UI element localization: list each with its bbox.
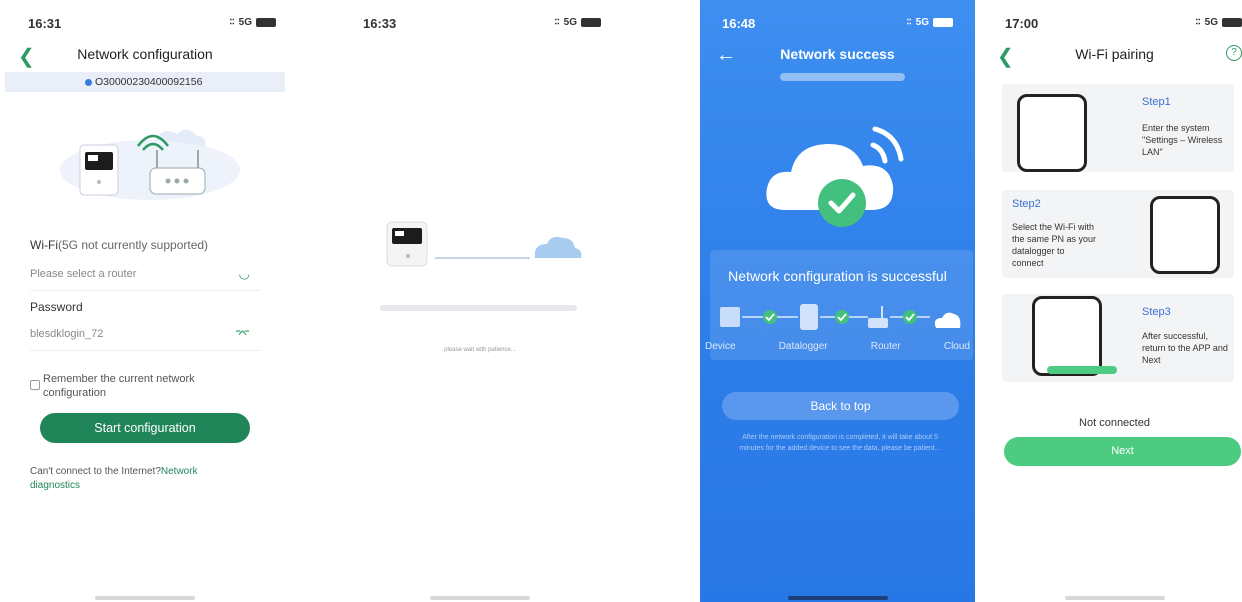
step-label-router: Router xyxy=(870,341,901,352)
page-title: Network configuration xyxy=(77,46,213,62)
wait-note: After the network configuration is compl… xyxy=(739,434,941,452)
password-label: Password xyxy=(30,300,83,314)
signal-icon: ∶∶ xyxy=(229,17,235,28)
success-text: Network configuration is successful xyxy=(728,268,947,284)
battery-icon xyxy=(581,18,601,27)
screen-network-configuration: 16:31 ∶∶ 5G ❮ Network configuration O3000… xyxy=(0,0,290,602)
screen-network-success: 16:48 ∶∶ 5G ← Network success Network con… xyxy=(700,0,975,602)
step3-desc: After successful, return to the APP and … xyxy=(1142,331,1228,365)
check-icon xyxy=(763,310,777,324)
remember-network-checkbox[interactable]: Remember the current network configurati… xyxy=(30,372,230,400)
connection-status: Not connected xyxy=(1079,417,1150,429)
step3-title: Step3 xyxy=(1142,306,1171,318)
signal-icon: ∶∶ xyxy=(906,17,912,28)
signal-icon: ∶∶ xyxy=(1195,17,1201,28)
connection-steps xyxy=(720,304,961,330)
start-configuration-button[interactable]: Start configuration xyxy=(40,413,250,443)
help-icon[interactable]: ? xyxy=(1226,45,1242,61)
router-select-field[interactable]: Please select a router ◡ xyxy=(30,266,260,291)
step2-desc: Select the Wi-Fi with the same PN as you… xyxy=(1012,222,1097,268)
status-bar: 16:33 ∶∶ 5G xyxy=(345,14,615,34)
cloud-success-icon xyxy=(766,126,904,227)
network-type: 5G xyxy=(1204,17,1218,28)
page-title: Network success xyxy=(780,46,895,62)
cloud-icon xyxy=(934,312,961,328)
status-time: 16:31 xyxy=(28,16,62,31)
serial-dot-icon xyxy=(85,78,92,86)
next-button[interactable]: Next xyxy=(1004,437,1241,466)
progress-bar xyxy=(380,305,577,311)
phone-wifi-list-icon xyxy=(1150,196,1220,274)
wait-text: please wait with patience... xyxy=(444,347,516,353)
screen-wifi-pairing: 17:00 ∶∶ 5G ❮ Wi-Fi pairing ? Step1 Enter… xyxy=(987,0,1242,602)
app-next-bar xyxy=(1047,366,1117,374)
status-time: 16:48 xyxy=(722,16,756,31)
step-label-cloud: Cloud xyxy=(943,341,970,352)
screen-connecting: 16:33 ∶∶ 5G please wait with patience... xyxy=(345,0,615,602)
status-bar: 17:00 ∶∶ 5G xyxy=(987,14,1242,34)
check-icon xyxy=(903,310,917,324)
home-indicator xyxy=(95,596,195,600)
serial-number-blurred xyxy=(780,73,905,81)
step2-title: Step2 xyxy=(1012,198,1041,210)
eye-closed-icon[interactable]: ⌤ xyxy=(235,326,250,342)
phone-app-icon xyxy=(1032,296,1102,376)
battery-icon xyxy=(933,18,953,27)
status-time: 16:33 xyxy=(363,16,397,31)
battery-icon xyxy=(1222,18,1242,27)
battery-icon xyxy=(256,18,276,27)
router-icon xyxy=(868,318,888,328)
phone-settings-icon xyxy=(1017,94,1087,172)
wifi-label: Wi-Fi(5G not currently supported) xyxy=(30,238,209,252)
step-labels: Device Datalogger Router Cloud xyxy=(705,341,970,352)
datalogger-to-cloud-illustration xyxy=(386,221,582,267)
serial-bar: O30000230400092156 xyxy=(5,72,285,92)
step3-card: Step3 After successful, return to the AP… xyxy=(1002,294,1234,382)
serial-number: O30000230400092156 xyxy=(95,76,203,88)
checkbox-box[interactable] xyxy=(30,380,40,390)
network-type: 5G xyxy=(238,17,252,28)
password-field[interactable]: blesdklogin_72 ⌤ xyxy=(30,326,260,351)
network-type: 5G xyxy=(563,17,577,28)
step1-card: Step1 Enter the system "Settings – Wirel… xyxy=(1002,84,1234,172)
check-icon xyxy=(835,310,849,324)
back-to-top-button[interactable]: Back to top xyxy=(722,392,959,420)
page-title: Wi-Fi pairing xyxy=(1075,46,1154,62)
home-indicator xyxy=(787,596,888,600)
status-time: 17:00 xyxy=(1005,16,1039,31)
home-indicator xyxy=(430,596,530,600)
wifi-icon[interactable]: ◡ xyxy=(239,266,250,282)
help-text: Can't connect to the Internet?Network di… xyxy=(30,466,198,491)
datalogger-router-illustration xyxy=(60,129,240,200)
datalogger-icon xyxy=(800,304,818,330)
network-type: 5G xyxy=(915,17,929,28)
step-label-datalogger: Datalogger xyxy=(778,341,828,352)
home-indicator xyxy=(1064,596,1165,600)
step1-desc: Enter the system "Settings – Wireless LA… xyxy=(1142,123,1223,157)
device-icon xyxy=(720,307,740,327)
step1-title: Step1 xyxy=(1142,96,1171,108)
status-bar: 16:31 ∶∶ 5G xyxy=(0,14,290,34)
step2-card: Step2 Select the Wi-Fi with the same PN … xyxy=(1002,190,1234,278)
signal-icon: ∶∶ xyxy=(554,17,560,28)
step-label-device: Device xyxy=(705,341,736,352)
status-bar: 16:48 ∶∶ 5G xyxy=(700,14,975,34)
